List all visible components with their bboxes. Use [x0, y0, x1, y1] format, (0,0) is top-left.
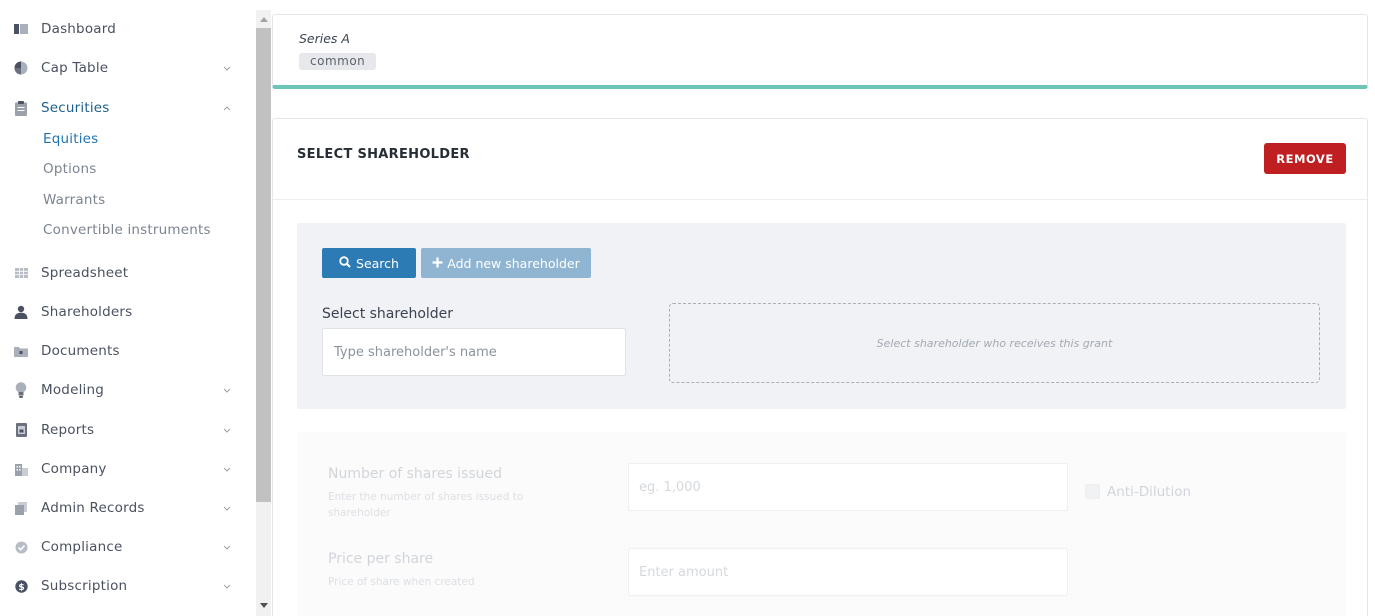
price-per-share-help: Price of share when created — [328, 576, 475, 588]
shareholder-name-input[interactable] — [322, 328, 626, 376]
records-icon — [13, 500, 29, 516]
folder-icon — [13, 343, 29, 359]
sidebar-item-admin-records[interactable]: Admin Records — [0, 493, 255, 523]
series-name: Series A — [299, 31, 350, 46]
select-shareholder-panel: Search Add new shareholder Select shareh… — [297, 223, 1346, 409]
plus-icon — [432, 256, 443, 271]
sidebar-item-company[interactable]: Company — [0, 454, 255, 484]
sidebar-subitem-equities[interactable]: Equities — [43, 131, 98, 147]
sidebar-item-label: Dashboard — [41, 21, 117, 37]
report-icon — [13, 422, 29, 438]
dollar-icon: $ — [13, 578, 29, 594]
sidebar-item-dashboard[interactable]: Dashboard — [0, 14, 255, 44]
app-root: Dashboard Cap Table Securities Equities … — [0, 0, 1375, 616]
dashboard-icon — [13, 21, 29, 37]
shares-issued-label: Number of shares issued — [328, 466, 503, 482]
sidebar-item-label: Company — [41, 461, 107, 477]
svg-text:$: $ — [18, 583, 24, 593]
anti-dilution-checkbox[interactable] — [1085, 484, 1100, 499]
dropzone-hint: Select shareholder who receives this gra… — [876, 336, 1113, 350]
sidebar-item-label: Compliance — [41, 539, 123, 555]
sidebar-subitem-convertible-instruments[interactable]: Convertible instruments — [43, 222, 211, 238]
user-icon — [13, 304, 29, 320]
shares-issued-help: Enter the number of shares issued to sha… — [328, 491, 524, 519]
select-shareholder-label: Select shareholder — [322, 306, 454, 322]
sidebar-item-modeling[interactable]: Modeling — [0, 375, 255, 405]
grid-icon — [13, 265, 29, 281]
section-title: SELECT SHAREHOLDER — [297, 147, 470, 162]
sidebar-item-securities[interactable]: Securities — [0, 93, 255, 123]
building-icon — [13, 461, 29, 477]
sidebar-item-documents[interactable]: Documents — [0, 336, 255, 366]
search-button[interactable]: Search — [322, 248, 416, 278]
sidebar-scrollbar-thumb[interactable] — [256, 28, 271, 502]
search-button-label: Search — [356, 255, 399, 271]
sidebar-item-reports[interactable]: Reports — [0, 415, 255, 445]
anti-dilution-label: Anti-Dilution — [1107, 484, 1192, 500]
add-new-shareholder-button[interactable]: Add new shareholder — [421, 248, 591, 278]
shield-check-icon — [13, 539, 29, 555]
sidebar-item-label: Cap Table — [41, 60, 109, 76]
series-class-tag: common — [299, 53, 377, 70]
sidebar-item-subscription[interactable]: $ Subscription — [0, 571, 255, 601]
selected-shareholder-dropzone[interactable]: Select shareholder who receives this gra… — [669, 303, 1320, 383]
sidebar-subitem-warrants[interactable]: Warrants — [43, 192, 105, 208]
price-per-share-input[interactable] — [628, 548, 1068, 596]
sidebar-subitem-options[interactable]: Options — [43, 161, 97, 177]
sidebar-item-label: Securities — [41, 100, 110, 116]
card-header: SELECT SHAREHOLDER REMOVE — [273, 119, 1367, 200]
chevron-down-icon[interactable] — [222, 464, 232, 474]
search-icon — [339, 255, 351, 271]
sidebar-item-label: Modeling — [41, 382, 105, 398]
pie-chart-icon — [13, 60, 29, 76]
add-new-shareholder-label: Add new shareholder — [447, 255, 580, 271]
shares-issued-input[interactable] — [628, 463, 1068, 511]
clipboard-icon — [13, 100, 29, 116]
sidebar-item-label: Spreadsheet — [41, 265, 129, 281]
price-per-share-label: Price per share — [328, 551, 434, 567]
series-card: Series A common — [272, 14, 1368, 89]
sidebar-item-cap-table[interactable]: Cap Table — [0, 53, 255, 83]
grant-details-panel: Number of shares issued Enter the number… — [297, 432, 1346, 616]
chevron-up-icon[interactable] — [222, 103, 232, 113]
sidebar-item-label: Shareholders — [41, 304, 133, 320]
chevron-down-icon[interactable] — [222, 581, 232, 591]
sidebar-item-compliance[interactable]: Compliance — [0, 532, 255, 562]
scroll-down-arrow-icon[interactable] — [256, 598, 271, 612]
chevron-down-icon[interactable] — [222, 385, 232, 395]
remove-button[interactable]: REMOVE — [1264, 143, 1346, 174]
sidebar-item-label: Documents — [41, 343, 120, 359]
scroll-up-arrow-icon[interactable] — [256, 12, 271, 26]
chevron-down-icon[interactable] — [222, 503, 232, 513]
sidebar: Dashboard Cap Table Securities Equities … — [0, 0, 255, 616]
sidebar-item-label: Reports — [41, 422, 95, 438]
sidebar-item-label: Subscription — [41, 578, 128, 594]
sidebar-item-shareholders[interactable]: Shareholders — [0, 297, 255, 327]
chevron-down-icon[interactable] — [222, 542, 232, 552]
lightbulb-icon — [13, 382, 29, 398]
sidebar-item-label: Admin Records — [41, 500, 145, 516]
sidebar-item-spreadsheet[interactable]: Spreadsheet — [0, 258, 255, 288]
select-shareholder-card: SELECT SHAREHOLDER REMOVE Search Add new… — [272, 118, 1368, 616]
chevron-down-icon[interactable] — [222, 425, 232, 435]
chevron-down-icon[interactable] — [222, 63, 232, 73]
